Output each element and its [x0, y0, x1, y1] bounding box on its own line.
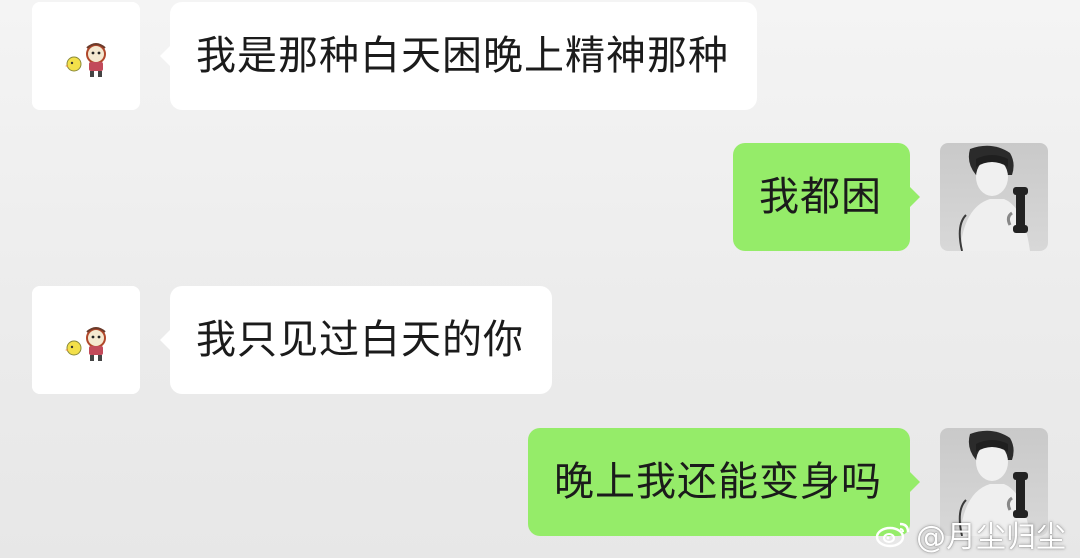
watermark-text: @月尘归尘: [916, 520, 1066, 555]
contact-avatar[interactable]: [32, 286, 140, 394]
received-message-bubble[interactable]: 我是那种白天困晚上精神那种: [160, 2, 757, 110]
weibo-icon: [875, 522, 910, 548]
cartoon-chick-icon: [32, 286, 140, 394]
weibo-watermark: @月尘归尘: [874, 514, 1066, 555]
received-message-bubble[interactable]: 我只见过白天的你: [160, 286, 552, 394]
sent-message-bubble[interactable]: 我都困: [733, 143, 920, 251]
photo-avatar-icon: [940, 143, 1048, 251]
cartoon-chick-icon: [32, 2, 140, 110]
chat-window: 我是那种白天困晚上精神那种 我都困 我只见过白天的你 晚上我还能变身吗 @月尘归…: [0, 0, 1080, 558]
sent-message-bubble[interactable]: 晚上我还能变身吗: [528, 428, 920, 536]
contact-avatar[interactable]: [32, 2, 140, 110]
self-avatar[interactable]: [940, 143, 1048, 251]
